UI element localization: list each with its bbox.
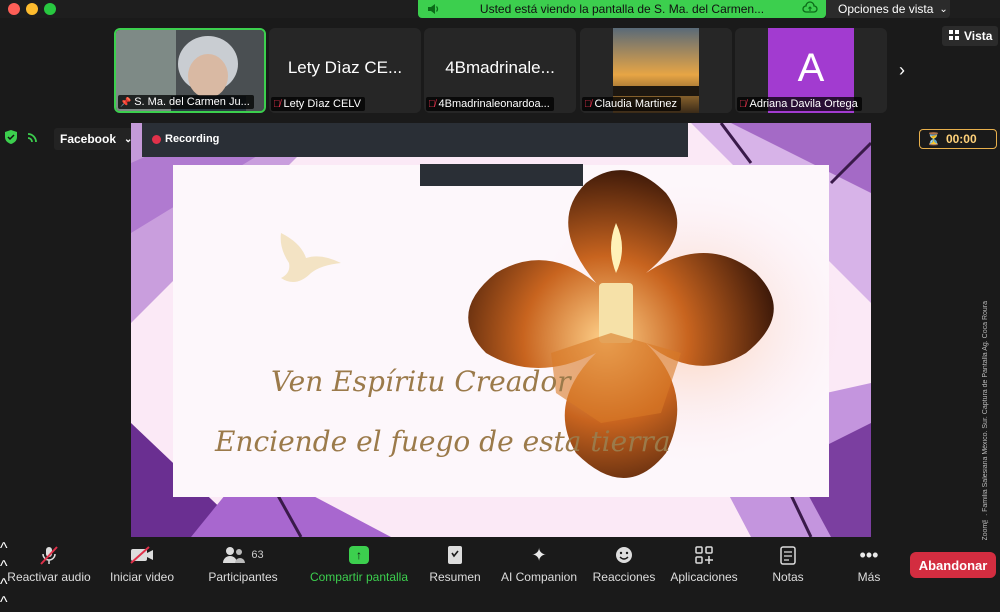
start-video-label: Iniciar video: [109, 570, 175, 584]
connection-signal-icon[interactable]: [26, 130, 40, 149]
ai-companion-button[interactable]: ✦ AI Companion: [498, 540, 580, 587]
reactions-label: Reacciones: [592, 570, 656, 584]
recording-label: Recording: [165, 133, 220, 145]
participant-name: Adriana Davila Ortega: [749, 98, 858, 110]
participant-name: Claudia Martinez: [594, 98, 678, 110]
ai-companion-label: AI Companion: [500, 570, 578, 584]
timer-value: 00:00: [945, 132, 977, 146]
recording-status-bar: Recording: [142, 123, 688, 157]
speaker-icon: [426, 2, 440, 19]
participant-name: S. Ma. del Carmen Ju...: [134, 96, 250, 108]
participants-count: 63: [251, 549, 264, 561]
leave-meeting-button[interactable]: Abandonar: [910, 552, 996, 578]
recording-indicator[interactable]: Recording: [152, 133, 219, 145]
share-screen-button[interactable]: ↑ Compartir pantalla: [304, 540, 414, 587]
participants-button[interactable]: 63 Participantes: [200, 540, 286, 587]
sparkle-icon: ✦: [531, 544, 547, 565]
muted-mic-icon: 🎙̸: [584, 98, 592, 110]
emoji-icon: [590, 540, 658, 570]
view-options-label: Opciones de vista: [838, 2, 934, 16]
grid-icon: [948, 29, 960, 44]
share-screen-icon: ↑: [349, 546, 369, 564]
live-stream-platform: Facebook: [60, 132, 117, 146]
video-off-icon: [104, 540, 180, 570]
unmute-audio-label: Reactivar audio: [7, 570, 91, 584]
participant-tile-3[interactable]: 🎙̸ Claudia Martinez: [580, 28, 732, 113]
minimize-window-button[interactable]: [26, 3, 38, 15]
shield-icon[interactable]: [4, 129, 18, 150]
participant-tile-4[interactable]: A 🎙̸ Adriana Davila Ortega: [735, 28, 887, 113]
participants-icon-row: 63: [200, 540, 286, 570]
cloud-sync-icon: [802, 1, 818, 18]
screen-share-banner-text: Usted está viendo la pantalla de S. Ma. …: [479, 2, 765, 16]
apps-label: Aplicaciones: [670, 570, 738, 584]
chevron-down-icon: ⌄: [939, 3, 948, 15]
hourglass-icon: ⏳: [926, 132, 941, 146]
notes-label: Notas: [772, 570, 804, 584]
participants-label: Participantes: [208, 570, 278, 584]
more-button[interactable]: ••• Más: [846, 540, 892, 587]
unmute-audio-button[interactable]: Reactivar audio: [6, 540, 92, 587]
recording-dot-icon: [152, 134, 161, 144]
participant-name-tag: 🎙̸ 4Bmadrinaleonardoa...: [426, 97, 554, 111]
more-dots-icon: •••: [859, 544, 879, 565]
meeting-toolbar: Reactivar audio ^ Iniciar video ^ 63 Par…: [0, 540, 1000, 611]
meeting-timer[interactable]: ⏳ 00:00: [919, 129, 997, 149]
summary-button[interactable]: Resumen: [426, 540, 484, 587]
more-label: Más: [857, 570, 881, 584]
notes-icon: [764, 540, 812, 570]
apps-icon: [666, 540, 742, 570]
participant-tile-1[interactable]: Lety Dìaz CE... 🎙̸ Lety Dìaz CELV: [269, 28, 421, 113]
view-options-button[interactable]: Opciones de vista ⌄: [826, 0, 950, 18]
summary-label: Resumen: [429, 570, 481, 584]
participant-tile-0[interactable]: 📌 S. Ma. del Carmen Ju...: [114, 28, 266, 113]
reactions-options-caret[interactable]: ^: [0, 594, 1000, 612]
next-participants-button[interactable]: ›: [899, 60, 905, 81]
chevron-right-icon: ›: [899, 60, 905, 80]
participant-display-name: 4Bmadrinale...: [445, 58, 555, 77]
participant-tile-2[interactable]: 4Bmadrinale... 🎙̸ 4Bmadrinaleonardoa...: [424, 28, 576, 113]
muted-mic-icon: 🎙̸: [739, 98, 747, 110]
notes-button[interactable]: Notas: [764, 540, 812, 587]
screen-share-banner: Usted está viendo la pantalla de S. Ma. …: [418, 0, 826, 18]
participant-name: 4Bmadrinaleonardoa...: [438, 98, 550, 110]
close-window-button[interactable]: [8, 3, 20, 15]
reactions-button[interactable]: Reacciones: [590, 540, 658, 587]
muted-microphone-icon: [6, 540, 92, 570]
recording-bar-overlay: [420, 164, 583, 186]
shared-screen: Ven Espíritu Creador Enciende el fuego d…: [131, 123, 871, 537]
apps-button[interactable]: Aplicaciones: [666, 540, 742, 587]
participant-name-tag: 📌 S. Ma. del Carmen Ju...: [118, 95, 254, 109]
summary-icon: [426, 540, 484, 570]
live-stream-button[interactable]: Facebook ⌄: [54, 128, 138, 150]
participant-name: Lety Dìaz CELV: [283, 98, 361, 110]
slide-title-line-2: Enciende el fuego de esta tierra: [215, 425, 671, 458]
start-video-button[interactable]: Iniciar video: [104, 540, 180, 587]
participant-name-tag: 🎙̸ Adriana Davila Ortega: [737, 97, 862, 111]
slide-title-line-1: Ven Espíritu Creador: [271, 365, 571, 398]
participant-display-name: Lety Dìaz CE...: [287, 58, 403, 77]
share-icon-wrap: ↑: [304, 540, 414, 570]
participant-name-tag: 🎙̸ Lety Dìaz CELV: [271, 97, 365, 111]
pin-icon: 📌: [120, 96, 132, 107]
avatar-initial: A: [797, 46, 825, 90]
view-layout-button[interactable]: Vista: [942, 26, 998, 46]
meeting-info-bar: [4, 128, 40, 150]
participant-name-tag: 🎙̸ Claudia Martinez: [582, 97, 682, 111]
view-layout-label: Vista: [964, 29, 993, 43]
copyright-watermark: Cortesía © Zoom™. Familia Salesiana Méxi…: [982, 300, 989, 578]
zoom-window-button[interactable]: [44, 3, 56, 15]
muted-mic-icon: 🎙̸: [428, 98, 436, 110]
share-screen-label: Compartir pantalla: [309, 570, 409, 584]
people-icon: [223, 547, 246, 563]
muted-mic-icon: 🎙̸: [273, 98, 281, 110]
